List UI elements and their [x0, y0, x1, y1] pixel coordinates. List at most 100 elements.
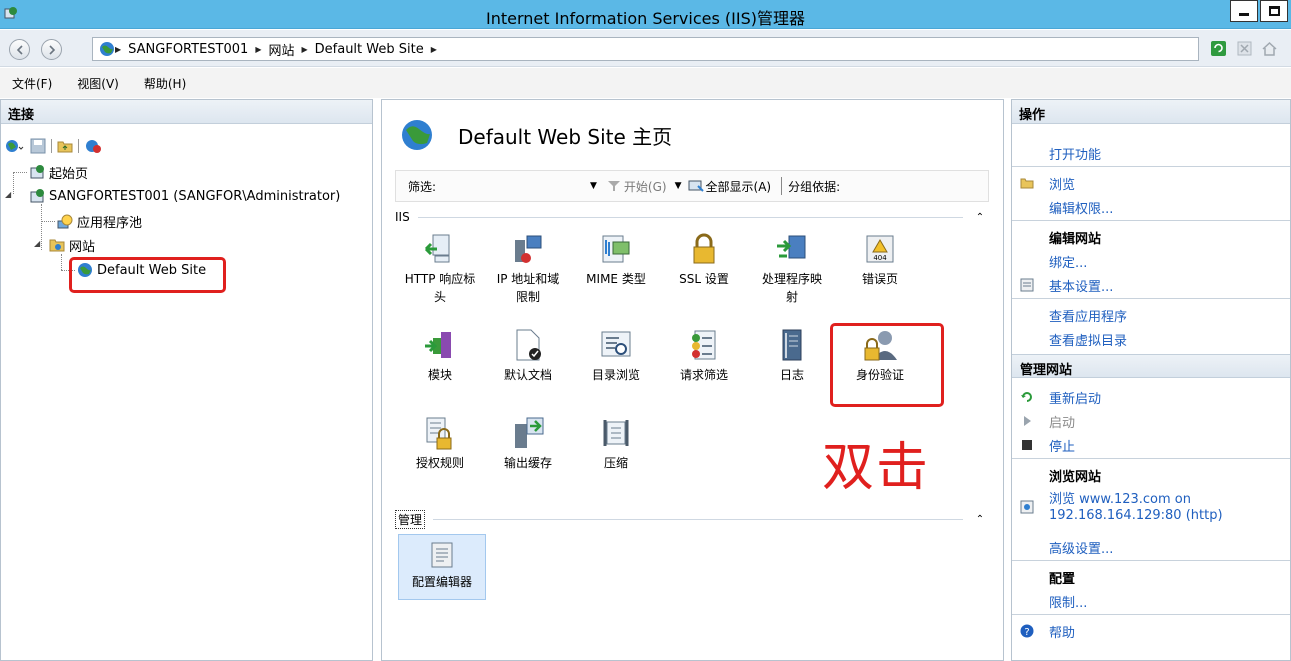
forward-arrow-icon — [48, 44, 55, 55]
feature-default-document[interactable]: 默认文档 — [484, 328, 572, 384]
breadcrumb-server[interactable]: SANGFORTEST001 — [128, 42, 248, 57]
group-header-iis[interactable]: IIS ⌃ — [395, 208, 989, 226]
tree-connector — [13, 172, 14, 194]
collapse-icon[interactable]: ◢ — [5, 190, 11, 199]
action-open-feature[interactable]: 打开功能 — [1049, 144, 1101, 163]
feature-http-response-headers[interactable]: HTTP 响应标 头 — [396, 232, 484, 306]
padlock-icon — [693, 233, 715, 264]
funnel-icon — [607, 181, 620, 191]
start-dropdown-icon[interactable]: ▼ — [675, 181, 682, 191]
ip-restrict-icon — [515, 235, 542, 263]
tree-item-start-page[interactable]: 起始页 — [29, 162, 88, 182]
minimize-button[interactable] — [1230, 0, 1258, 22]
highlight-authentication — [830, 323, 944, 407]
http-headers-icon — [424, 234, 450, 263]
filter-dropdown-icon[interactable]: ▼ — [590, 181, 597, 191]
action-view-virtual-directories[interactable]: 查看虚拟目录 — [1049, 330, 1127, 349]
action-view-applications[interactable]: 查看应用程序 — [1049, 306, 1127, 325]
divider — [1012, 560, 1290, 561]
divider — [1012, 614, 1290, 615]
tree-item-app-pools[interactable]: 应用程序池 — [57, 211, 142, 231]
action-advanced-settings[interactable]: 高级设置... — [1049, 538, 1113, 557]
tree-item-server[interactable]: SANGFORTEST001 (SANGFOR\Administrator) — [29, 186, 340, 206]
feature-ip-domain-restrictions[interactable]: IP 地址和域 限制 — [484, 232, 572, 306]
filter-bar: 筛选: ▼ 开始(G) ▼ 全部显示(A) 分组依据: — [395, 170, 989, 202]
feature-modules[interactable]: 模块 — [396, 328, 484, 384]
collapse-group-icon[interactable]: ⌃ — [971, 514, 989, 525]
breadcrumb-default-site[interactable]: Default Web Site — [315, 42, 424, 57]
menu-help[interactable]: 帮助(H) — [144, 75, 186, 92]
highlight-default-site — [69, 257, 226, 293]
feature-authorization-rules[interactable]: 授权规则 — [396, 416, 484, 472]
action-bindings[interactable]: 绑定... — [1049, 252, 1087, 271]
action-help[interactable]: 帮助 — [1049, 622, 1075, 641]
back-button[interactable] — [9, 39, 30, 60]
feature-output-caching[interactable]: 输出缓存 — [484, 416, 572, 472]
collapse-group-icon[interactable]: ⌃ — [971, 212, 989, 223]
action-edit-permissions[interactable]: 编辑权限... — [1049, 198, 1113, 217]
feature-directory-browsing[interactable]: 目录浏览 — [572, 328, 660, 384]
feature-error-pages[interactable]: 404 错误页 — [836, 232, 924, 288]
up-folder-icon[interactable] — [57, 138, 73, 154]
sites-folder-icon — [49, 239, 65, 252]
window-title: Internet Information Services (IIS)管理器 — [486, 9, 805, 28]
maximize-button[interactable] — [1260, 0, 1288, 22]
save-icon[interactable] — [30, 138, 46, 154]
output-caching-icon — [515, 417, 544, 448]
svg-text:?: ? — [1024, 627, 1029, 638]
server-icon — [30, 189, 44, 203]
filter-input[interactable]: 筛选: — [408, 178, 568, 195]
feature-request-filtering[interactable]: 请求筛选 — [660, 328, 748, 384]
default-document-icon — [516, 329, 541, 361]
forward-button[interactable] — [41, 39, 62, 60]
configuration-editor-icon — [431, 542, 453, 568]
breadcrumb[interactable]: ▶ SANGFORTEST001 ▶ 网站 ▶ Default Web Site… — [92, 37, 1199, 61]
svg-text:404: 404 — [873, 254, 887, 262]
action-explore[interactable]: 浏览 — [1049, 174, 1075, 193]
filter-start-button[interactable]: 开始(G) — [607, 178, 667, 195]
show-all-icon — [688, 180, 704, 192]
feature-configuration-editor[interactable]: 配置编辑器 — [398, 534, 486, 600]
menu-file[interactable]: 文件(F) — [12, 75, 52, 92]
feature-logging[interactable]: 日志 — [748, 328, 836, 384]
action-restart[interactable]: 重新启动 — [1049, 388, 1101, 407]
back-arrow-icon — [16, 44, 23, 55]
feature-handler-mappings[interactable]: 处理程序映 射 — [748, 232, 836, 306]
feature-mime-types[interactable]: MIME 类型 — [572, 232, 660, 288]
connect-icon[interactable] — [5, 138, 25, 154]
start-icon — [1024, 416, 1031, 426]
authorization-rules-icon — [426, 417, 452, 450]
section-configure: 配置 — [1049, 572, 1076, 587]
tree-connector — [41, 221, 55, 222]
menu-view[interactable]: 视图(V) — [77, 75, 119, 92]
breadcrumb-sites[interactable]: 网站 — [268, 40, 294, 59]
group-header-manage[interactable]: 管理 ⌃ — [395, 509, 989, 529]
action-browse-line-1[interactable]: 浏览 www.123.com on — [1049, 488, 1191, 507]
page-title: Default Web Site 主页 — [400, 118, 672, 152]
stop-icon — [1022, 440, 1032, 450]
connections-panel: 连接 起始页 ◢ SANGFORTEST001 (SANGFOR\Adminis… — [0, 99, 373, 661]
logging-icon — [782, 329, 802, 361]
action-start[interactable]: 启动 — [1049, 412, 1075, 431]
chevron-right-icon: ▶ — [255, 44, 262, 54]
menu-bar: 文件(F) 视图(V) 帮助(H) — [0, 68, 1291, 98]
show-all-button[interactable]: 全部显示(A) — [688, 178, 771, 195]
feature-compression[interactable]: 压缩 — [572, 416, 660, 472]
action-basic-settings[interactable]: 基本设置... — [1049, 276, 1113, 295]
feature-ssl-settings[interactable]: SSL 设置 — [660, 232, 748, 288]
action-stop[interactable]: 停止 — [1049, 436, 1075, 455]
tree-item-sites[interactable]: 网站 — [49, 235, 95, 255]
stop-icon[interactable] — [1236, 40, 1253, 57]
compression-icon — [603, 420, 629, 446]
action-browse-line-2[interactable]: 192.168.164.129:80 (http) — [1049, 508, 1223, 523]
collapse-icon[interactable]: ◢ — [34, 239, 40, 248]
section-edit-site: 编辑网站 — [1049, 232, 1102, 247]
restart-icon — [1021, 392, 1032, 402]
refresh-icon[interactable] — [1210, 40, 1227, 57]
error-pages-icon: 404 — [866, 235, 894, 263]
group-by-label[interactable]: 分组依据: — [788, 178, 840, 195]
home-icon[interactable] — [1261, 40, 1278, 57]
page-title-text: Default Web Site 主页 — [458, 124, 673, 149]
action-limits[interactable]: 限制... — [1049, 592, 1087, 611]
disconnect-icon[interactable] — [84, 138, 102, 154]
